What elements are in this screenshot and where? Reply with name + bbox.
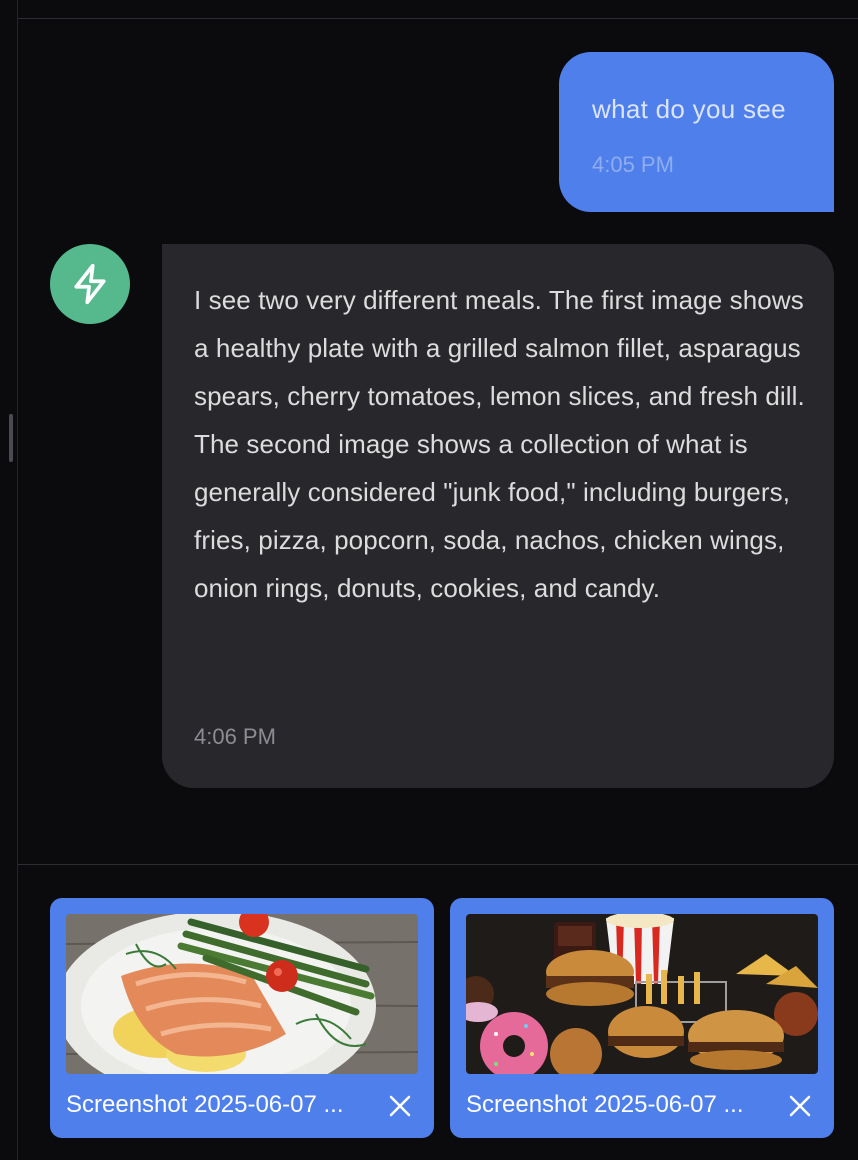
attachment-thumbnail [466, 914, 818, 1074]
sidebar-edge [0, 0, 18, 1160]
attachment-card[interactable]: Screenshot 2025-06-07 ... [50, 898, 434, 1138]
assistant-avatar [50, 244, 130, 324]
attachment-filename: Screenshot 2025-06-07 ... [66, 1091, 344, 1118]
attachment-card[interactable]: Screenshot 2025-06-07 ... [450, 898, 834, 1138]
assistant-message-timestamp: 4:06 PM [194, 724, 276, 749]
user-message-text: what do you see [592, 94, 786, 124]
lightning-bolt-icon [74, 263, 106, 305]
assistant-message-text: I see two very different meals. The firs… [194, 285, 805, 603]
user-message-timestamp: 4:05 PM [592, 152, 674, 177]
remove-attachment-button[interactable] [384, 1090, 416, 1122]
attachment-thumbnail [66, 914, 418, 1074]
resize-handle[interactable] [9, 414, 13, 462]
divider [18, 864, 858, 865]
close-icon [789, 1095, 811, 1117]
close-icon [389, 1095, 411, 1117]
assistant-message-bubble: I see two very different meals. The firs… [162, 244, 834, 788]
chat-window: what do you see 4:05 PM I see two very d… [0, 0, 858, 1160]
user-message-bubble: what do you see 4:05 PM [559, 52, 834, 212]
divider [18, 18, 858, 19]
attachment-filename: Screenshot 2025-06-07 ... [466, 1091, 744, 1118]
remove-attachment-button[interactable] [784, 1090, 816, 1122]
